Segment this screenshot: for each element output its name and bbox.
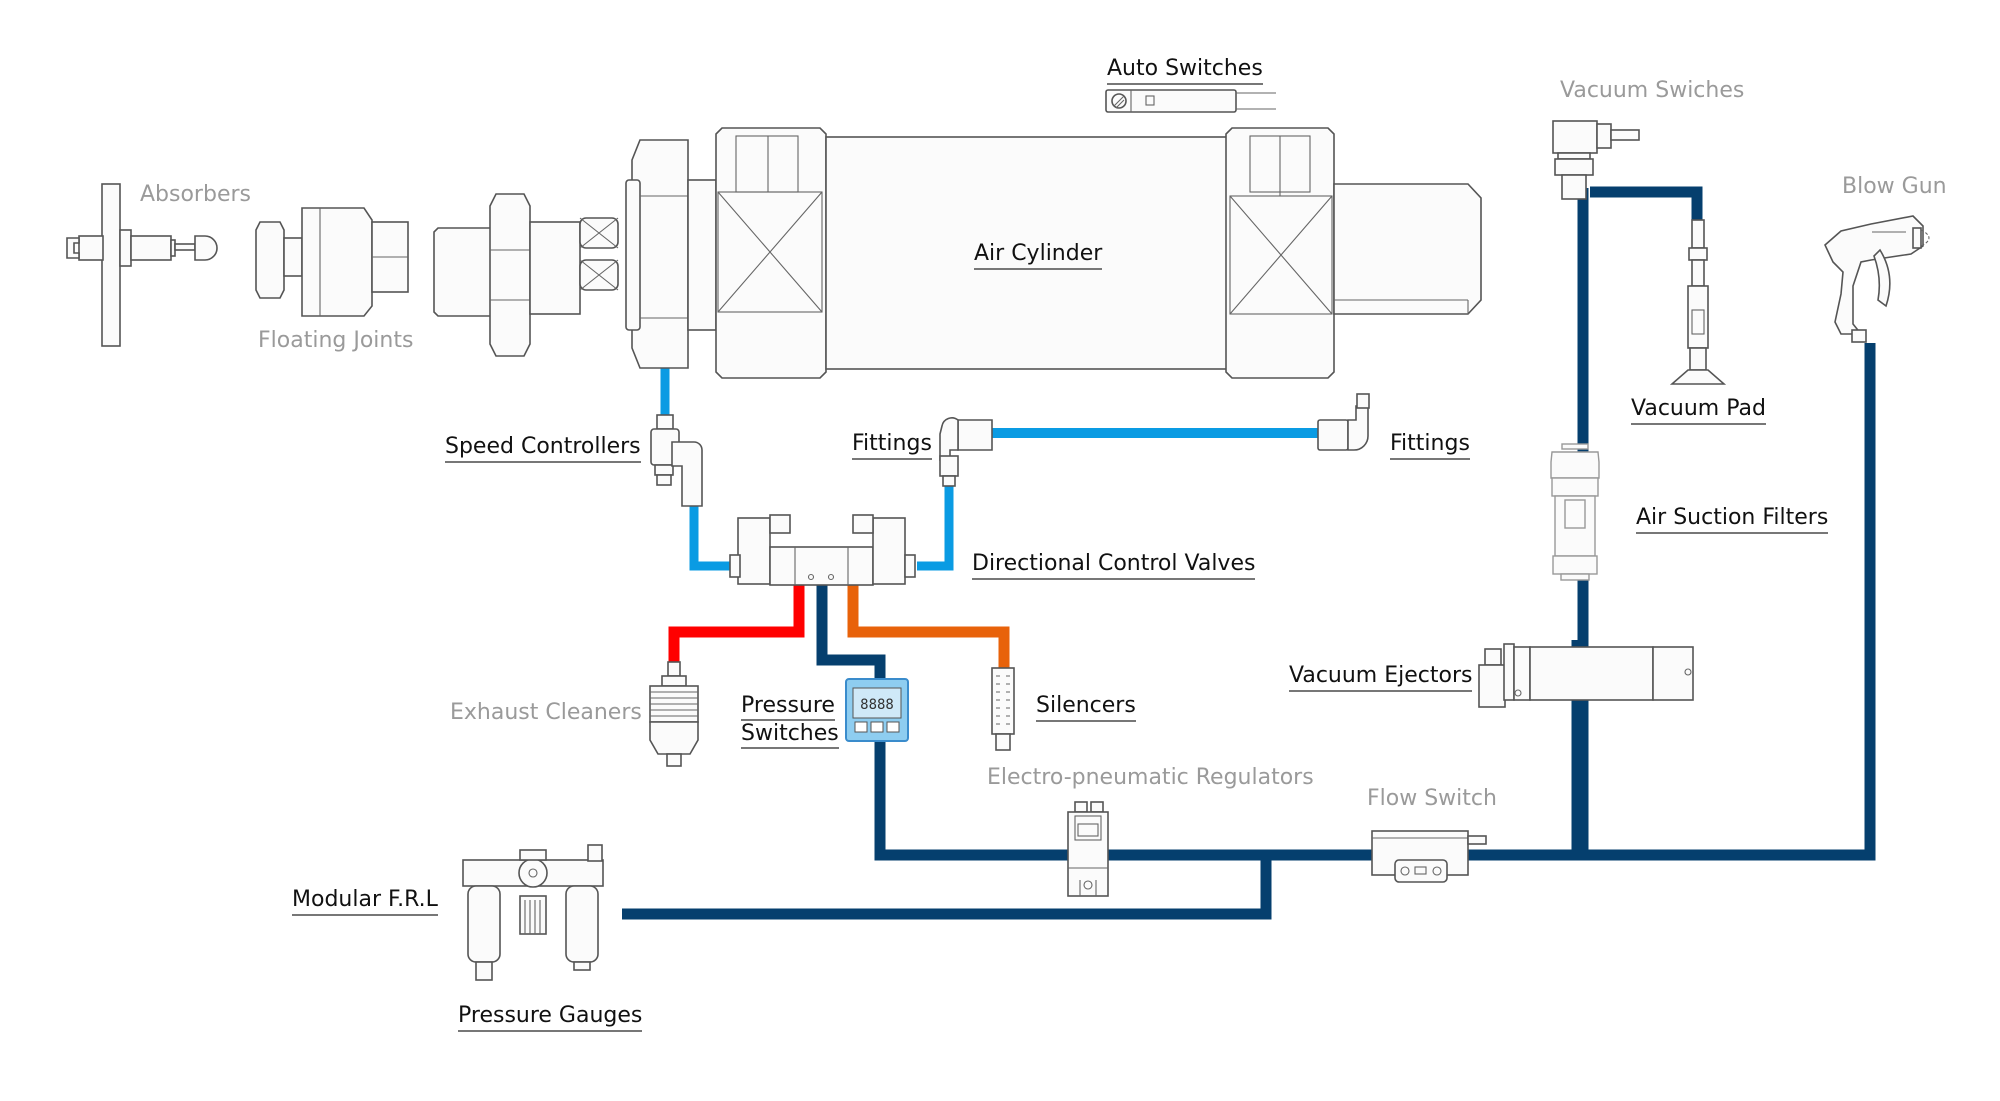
vacuum-ejector-icon[interactable] <box>1478 643 1694 708</box>
link-pressure-switches[interactable]: Pressure Switches <box>741 693 839 749</box>
label-electro-pneumatic-regulators: Electro-pneumatic Regulators <box>987 765 1314 790</box>
pressure-switches-line2: Switches <box>741 721 839 749</box>
absorber-icon[interactable] <box>66 183 218 347</box>
vacuum-pad-icon[interactable] <box>1669 219 1727 385</box>
air-suction-filter-icon[interactable] <box>1550 443 1600 581</box>
fitting-left-icon[interactable] <box>939 417 993 487</box>
pipe-valve-to-fitting <box>917 483 954 571</box>
electro-pneumatic-regulator-icon[interactable] <box>1067 801 1109 897</box>
label-floating-joints: Floating Joints <box>258 328 414 353</box>
pipe-frl-line <box>622 855 1272 920</box>
link-air-cylinder[interactable]: Air Cylinder <box>974 241 1103 270</box>
cylinder-rod-nut-icon[interactable] <box>433 139 717 369</box>
blow-gun-icon[interactable] <box>1824 215 1930 343</box>
link-air-suction-filters[interactable]: Air Suction Filters <box>1636 505 1829 534</box>
silencer-icon[interactable] <box>991 667 1015 751</box>
link-fittings-right[interactable]: Fittings <box>1390 431 1470 460</box>
directional-control-valve-icon[interactable] <box>729 514 916 586</box>
link-directional-control-valves[interactable]: Directional Control Valves <box>972 551 1256 580</box>
floating-joint-icon[interactable] <box>255 207 409 317</box>
modular-frl-icon[interactable] <box>462 844 604 981</box>
pipe-exhaust-red <box>668 585 805 665</box>
link-vacuum-ejectors[interactable]: Vacuum Ejectors <box>1289 663 1473 692</box>
pressure-switches-line1: Pressure <box>741 693 835 721</box>
link-speed-controllers[interactable]: Speed Controllers <box>445 434 641 463</box>
speed-controller-icon[interactable] <box>650 414 703 507</box>
label-exhaust-cleaners: Exhaust Cleaners <box>450 700 642 725</box>
fitting-right-icon[interactable] <box>1317 393 1370 451</box>
label-flow-switch: Flow Switch <box>1367 786 1497 811</box>
svg-text:8888: 8888 <box>860 697 894 713</box>
link-modular-frl[interactable]: Modular F.R.L <box>292 887 438 916</box>
pressure-switch-icon[interactable]: 8888 <box>845 678 909 742</box>
auto-switch-icon[interactable] <box>1105 89 1276 113</box>
exhaust-cleaner-icon[interactable] <box>649 661 699 767</box>
link-auto-switches[interactable]: Auto Switches <box>1107 56 1263 85</box>
label-vacuum-switches: Vacuum Swiches <box>1560 78 1745 103</box>
pipe-vacuum-pad-branch <box>1590 186 1703 222</box>
link-pressure-gauges[interactable]: Pressure Gauges <box>458 1003 643 1032</box>
link-silencers[interactable]: Silencers <box>1036 693 1136 722</box>
link-vacuum-pad[interactable]: Vacuum Pad <box>1631 396 1766 425</box>
label-absorbers: Absorbers <box>140 182 251 207</box>
link-fittings-left[interactable]: Fittings <box>852 431 932 460</box>
label-blow-gun: Blow Gun <box>1842 174 1947 199</box>
